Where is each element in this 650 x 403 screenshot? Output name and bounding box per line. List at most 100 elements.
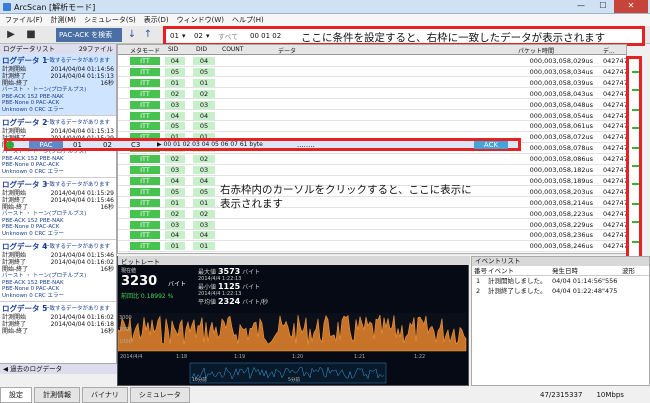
col-time[interactable]: パケット時間 <box>518 46 554 55</box>
end-label: 計測終了 <box>2 321 27 328</box>
log-entry[interactable]: ログデータ 1 一致するデータがあります 計測開始 2014/04/04 01:1… <box>0 54 116 116</box>
row-extra: 0427476 <box>603 242 626 251</box>
event-row[interactable]: 2 計測終了しました。 04/04 01:22:48"475 <box>472 286 649 296</box>
menu-view[interactable]: 表示(D) <box>144 14 169 26</box>
arrow-down-icon[interactable]: ↓ <box>126 28 138 42</box>
maximize-icon[interactable]: ☐ <box>592 0 614 13</box>
menu-simulator[interactable]: シミュレータ(S) <box>84 14 136 26</box>
table-row[interactable]: ITT 03 03 000,003,058,048us 0427476 <box>118 100 626 111</box>
event-row[interactable]: 1 計測開始しました。 04/04 01:14:56"556 <box>472 276 649 286</box>
minimize-icon[interactable]: — <box>570 0 592 13</box>
tab-binary[interactable]: バイナリ <box>82 387 128 403</box>
match-marker[interactable] <box>632 127 639 129</box>
menu-measure[interactable]: 計測(M) <box>51 14 77 26</box>
row-did: 02 <box>193 209 215 218</box>
col-count[interactable]: COUNT <box>222 46 243 53</box>
window-controls: — ☐ ✕ <box>570 0 648 13</box>
row-type: ITT <box>130 67 160 76</box>
table-row[interactable]: ITT 05 05 000,003,058,061us 0427476 <box>118 121 626 132</box>
arrow-up-icon[interactable]: ↑ <box>142 28 154 42</box>
filter-condition-bar: 01 ▾ 02 ▾ すべて 00 01 02 ここに条件を設定すると、右枠に一致… <box>163 26 645 46</box>
menu-file[interactable]: ファイル(F) <box>5 14 43 26</box>
row-sid: 01 <box>165 78 185 87</box>
row-did: 04 <box>193 231 215 240</box>
filter-select-1[interactable]: 01 <box>170 32 179 40</box>
row-type: ITT <box>130 209 160 218</box>
table-row[interactable]: ITT 03 03 000,003,058,229us 0427476 <box>118 220 626 230</box>
start-value: 2014/04/04 01:14:56 <box>50 66 114 73</box>
table-row[interactable]: ITT 04 04 000,003,058,029us 0427476 <box>118 56 626 67</box>
table-row[interactable]: ITT 01 01 000,003,058,246us 0427476 <box>118 241 626 252</box>
play-icon[interactable]: ▶ <box>4 28 18 42</box>
start-value: 2014/04/04 01:15:46 <box>50 252 114 259</box>
current-sub: 前回比 0.18992 % <box>121 293 174 300</box>
min-unit: バイト <box>242 284 261 291</box>
chevron-down-icon[interactable]: ▾ <box>182 32 186 40</box>
row-extra: 0427476 <box>603 67 626 76</box>
col-mode[interactable]: メタモード <box>130 46 160 55</box>
row-time: 000,003,058,048us <box>529 100 593 109</box>
match-marker[interactable] <box>632 165 639 167</box>
filter-time[interactable]: 00 01 02 <box>250 32 281 40</box>
dur-value: 16秒 <box>100 204 114 211</box>
row-extra: 0427476 <box>603 122 626 131</box>
row-did: 04 <box>193 57 215 65</box>
match-marker[interactable] <box>632 183 639 185</box>
log-entry[interactable]: ログデータ 3 一致するデータがあります 計測開始 2014/04/04 01:1… <box>0 178 116 240</box>
col-did[interactable]: DID <box>196 46 207 53</box>
tab-simulator[interactable]: シミュレータ <box>129 387 190 403</box>
filter-select-2[interactable]: 02 <box>194 32 203 40</box>
close-icon[interactable]: ✕ <box>614 0 648 13</box>
match-marker[interactable] <box>632 71 639 73</box>
table-row[interactable]: ITT 02 02 000,003,058,043us 0427476 <box>118 89 626 100</box>
menu-window[interactable]: ウィンドウ(W) <box>177 14 224 26</box>
table-row[interactable]: ITT 05 05 000,003,058,034us 0427476 <box>118 67 626 78</box>
event-text: 計測終了しました。 <box>488 287 547 295</box>
stop-icon[interactable]: ■ <box>24 28 38 42</box>
match-marker[interactable] <box>632 109 639 111</box>
row-did: 03 <box>193 220 215 229</box>
tab-measure-info[interactable]: 計測情報 <box>34 387 80 403</box>
start-label: 計測開始 <box>2 190 27 197</box>
log-stat: Unknown 0 CRC エラー <box>2 106 65 113</box>
row-type: ITT <box>130 57 160 65</box>
col-sid[interactable]: SID <box>168 46 178 53</box>
match-marker[interactable] <box>632 147 639 149</box>
filter-select-3[interactable]: すべて <box>218 32 238 42</box>
title-bar: ArcScan [解析モード] — ☐ ✕ <box>0 0 650 14</box>
table-row[interactable]: ITT 03 03 000,003,058,182us 0427476 <box>118 165 626 176</box>
status-bar: 47/2315337 10Mbps <box>540 387 650 403</box>
event-col-wave[interactable]: 波形 <box>622 266 642 275</box>
event-list-title: イベントリスト <box>472 257 649 266</box>
end-value: 2014/04/04 01:16:18 <box>50 321 114 328</box>
chevron-down-icon[interactable]: ▾ <box>206 32 210 40</box>
max-value: 3573 <box>217 267 241 276</box>
match-marker[interactable] <box>632 221 639 223</box>
col-data[interactable]: データ <box>278 46 296 55</box>
match-marker[interactable] <box>632 203 639 205</box>
table-row[interactable]: ITT 01 01 000,003,058,039us 0427476 <box>118 78 626 89</box>
table-row[interactable]: ITT 04 04 000,003,058,236us 0427476 <box>118 230 626 241</box>
log-data-list: ログデータリスト 29ファイル ログデータ 1 一致するデータがあります 計測開… <box>0 44 117 374</box>
end-label: 計測終了 <box>2 259 27 266</box>
row-extra: 0427476 <box>603 111 626 120</box>
table-row[interactable]: ITT 04 04 000,003,058,054us 0427476 <box>118 111 626 121</box>
event-col-no[interactable]: 番号 <box>472 266 488 275</box>
log-entry[interactable]: ログデータ 4 一致するデータがあります 計測開始 2014/04/04 01:1… <box>0 240 116 302</box>
tab-settings[interactable]: 設定 <box>0 387 32 403</box>
table-row[interactable]: ITT 02 02 000,003,058,086us 0427476 <box>118 154 626 165</box>
match-marker[interactable] <box>632 89 639 91</box>
col-extra[interactable]: デ... <box>603 46 615 55</box>
event-col-time[interactable]: 発生日時 <box>552 266 622 275</box>
row-extra: 0427476 <box>603 100 626 109</box>
log-list-title: ログデータリスト <box>3 45 55 53</box>
event-col-event[interactable]: イベント <box>488 266 552 275</box>
match-marker-bar[interactable] <box>626 56 642 266</box>
log-entry[interactable]: ログデータ 5 一致するデータがあります 計測開始 2014/04/04 01:1… <box>0 302 116 364</box>
match-marker[interactable] <box>632 241 639 243</box>
selected-packet-row[interactable]: PAC 01 02 C3 ▶ 00 01 02 03 04 05 06 07 6… <box>4 138 521 151</box>
past-log-data-button[interactable]: ◀ 過去のログデータ <box>0 363 117 374</box>
search-pac-ack-button[interactable]: PAC-ACK を検索 <box>56 28 122 42</box>
menu-help[interactable]: ヘルプ(H) <box>232 14 264 26</box>
row-sid: 01 <box>165 242 185 251</box>
